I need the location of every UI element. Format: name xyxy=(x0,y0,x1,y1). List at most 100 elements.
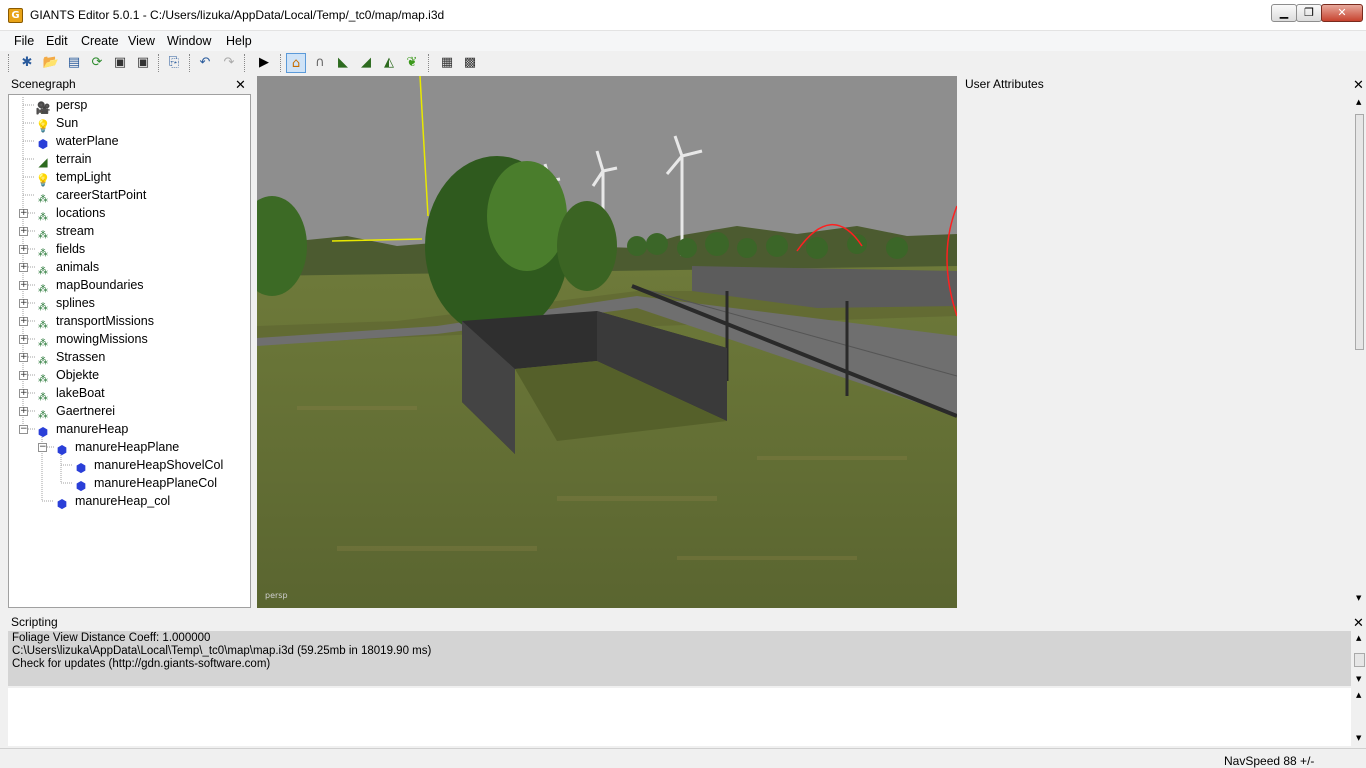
expand-mowingmissions[interactable]: + xyxy=(19,335,28,344)
expand-gaertnerei[interactable]: + xyxy=(19,407,28,416)
tree-item-terrain[interactable]: ◢ terrain xyxy=(35,150,91,169)
user-attributes-header: User Attributes xyxy=(962,76,1352,94)
script-input-scrollbar[interactable]: ▲ ▼ xyxy=(1353,688,1366,746)
tree-item-lakeboat[interactable]: ⁂ lakeBoat xyxy=(35,384,105,403)
tree-item-sun[interactable]: 💡 Sun xyxy=(35,114,79,133)
giants-app-icon[interactable]: G xyxy=(8,8,23,23)
toolbar-separator xyxy=(244,54,245,72)
scroll-down-icon[interactable]: ▼ xyxy=(1356,594,1361,602)
foliage-paint-button[interactable]: ❦ xyxy=(402,53,422,73)
script-input-area[interactable] xyxy=(8,688,1351,746)
tree-item-waterplane[interactable]: ⬢ waterPlane xyxy=(35,132,119,151)
terrain-sculpt-button[interactable]: ◣ xyxy=(333,53,353,73)
scroll-thumb[interactable] xyxy=(1355,114,1364,350)
tree-item-manureheapshovelcol[interactable]: ⬢ manureHeapShovelCol xyxy=(73,456,224,475)
snap-button[interactable]: ∩ xyxy=(310,53,330,73)
terrain-paint-button[interactable]: ◢ xyxy=(356,53,376,73)
tree-item-templight[interactable]: 💡 tempLight xyxy=(35,168,111,187)
minimize-icon: ▁ xyxy=(1279,6,1289,19)
log-line: Foliage View Distance Coeff: 1.000000 xyxy=(12,632,211,644)
expand-strassen[interactable]: + xyxy=(19,353,28,362)
tree-item-stream[interactable]: ⁂ stream xyxy=(35,222,94,241)
menu-create[interactable]: Create xyxy=(81,34,119,48)
close-user-attributes-icon[interactable]: ✕ xyxy=(1353,79,1364,92)
new-scene-button[interactable]: ✱ xyxy=(17,53,37,73)
tree-item-manureheapplanecol[interactable]: ⬢ manureHeapPlaneCol xyxy=(73,474,217,493)
export-button[interactable]: ⎘ xyxy=(164,53,184,73)
select-mode-button[interactable]: ⌂ xyxy=(286,53,306,73)
close-scenegraph-icon[interactable]: ✕ xyxy=(235,79,246,92)
menu-file[interactable]: File xyxy=(14,34,34,48)
user-attributes-scrollbar[interactable]: ▲ ▼ xyxy=(1353,94,1366,608)
scroll-thumb[interactable] xyxy=(1354,653,1365,667)
user-attributes-title: User Attributes xyxy=(965,77,1044,91)
toolbar-separator xyxy=(428,54,429,72)
main-toolbar: ✱ 📂 ▤ ⟳ ▣ ▣ ⎘ ↶ ↷ ▶ ⌂ ∩ ◣ ◢ ◭ ❦ ▦ ▩ xyxy=(0,51,1366,76)
tree-item-animals[interactable]: ⁂ animals xyxy=(35,258,99,277)
open-button[interactable]: 📂 xyxy=(41,53,61,73)
menu-bar: File Edit Create View Window Help xyxy=(0,31,1366,51)
tree-item-locations[interactable]: ⁂ locations xyxy=(35,204,105,223)
tree-item-manureheap-col[interactable]: ⬢ manureHeap_col xyxy=(54,492,170,511)
save-as-button[interactable]: ▣ xyxy=(133,53,153,73)
title-bar: G GIANTS Editor 5.0.1 - C:/Users/lizuka/… xyxy=(0,0,1366,31)
expand-animals[interactable]: + xyxy=(19,263,28,272)
tree-item-splines[interactable]: ⁂ splines xyxy=(35,294,95,313)
tree-item-fields[interactable]: ⁂ fields xyxy=(35,240,85,259)
redo-button[interactable]: ↷ xyxy=(219,53,239,73)
expand-objekte[interactable]: + xyxy=(19,371,28,380)
3d-viewport[interactable]: persp xyxy=(257,76,957,608)
tree-item-gaertnerei[interactable]: ⁂ Gaertnerei xyxy=(35,402,115,421)
save-button[interactable]: ▣ xyxy=(110,53,130,73)
expand-transportmissions[interactable]: + xyxy=(19,317,28,326)
close-scripting-icon[interactable]: ✕ xyxy=(1353,617,1364,630)
menu-view[interactable]: View xyxy=(128,34,155,48)
expand-locations[interactable]: + xyxy=(19,209,28,218)
new-scene-icon: ✱ xyxy=(21,55,33,70)
log-line: C:\Users\lizuka\AppData\Local\Temp\_tc0\… xyxy=(12,645,432,657)
import-button[interactable]: ▤ xyxy=(64,53,84,73)
expand-lakeboat[interactable]: + xyxy=(19,389,28,398)
scripting-log: Foliage View Distance Coeff: 1.000000 C:… xyxy=(8,631,1351,686)
grid-settings-button[interactable]: ▩ xyxy=(460,53,480,73)
terrain-detail-button[interactable]: ◭ xyxy=(379,53,399,73)
tree-item-transportmissions[interactable]: ⁂ transportMissions xyxy=(35,312,154,331)
tree-item-strassen[interactable]: ⁂ Strassen xyxy=(35,348,105,367)
expand-stream[interactable]: + xyxy=(19,227,28,236)
terrain-paint-icon: ◢ xyxy=(361,55,371,70)
tree-item-mapboundaries[interactable]: ⁂ mapBoundaries xyxy=(35,276,144,295)
expand-fields[interactable]: + xyxy=(19,245,28,254)
tree-item-objekte[interactable]: ⁂ Objekte xyxy=(35,366,99,385)
tree-item-careerstartpoint[interactable]: ⁂ careerStartPoint xyxy=(35,186,146,205)
collapse-manureheap[interactable]: − xyxy=(19,425,28,434)
undo-button[interactable]: ↶ xyxy=(195,53,215,73)
toolbar-separator xyxy=(158,54,159,72)
scroll-up-icon[interactable]: ▲ xyxy=(1356,98,1361,106)
reload-button[interactable]: ⟳ xyxy=(87,53,107,73)
log-line: Check for updates (http://gdn.giants-sof… xyxy=(12,658,271,670)
scroll-down-icon[interactable]: ▼ xyxy=(1356,734,1361,742)
close-window-button[interactable]: ✕ xyxy=(1321,4,1363,22)
checker-icon: ▦ xyxy=(440,55,454,70)
grid-toggle-button[interactable]: ▦ xyxy=(437,53,457,73)
scripting-header: Scripting xyxy=(8,614,1351,632)
play-button[interactable]: ▶ xyxy=(254,53,274,73)
tree-item-mowingmissions[interactable]: ⁂ mowingMissions xyxy=(35,330,148,349)
tree-item-manureheapplane[interactable]: ⬢ manureHeapPlane xyxy=(54,438,180,457)
scroll-up-icon[interactable]: ▲ xyxy=(1356,634,1361,642)
tree-item-manureheap[interactable]: ⬢ manureHeap xyxy=(35,420,129,439)
scroll-down-icon[interactable]: ▼ xyxy=(1356,675,1361,683)
collapse-manureheapplane[interactable]: − xyxy=(38,443,47,452)
expand-splines[interactable]: + xyxy=(19,299,28,308)
menu-edit[interactable]: Edit xyxy=(46,34,68,48)
scroll-up-icon[interactable]: ▲ xyxy=(1356,691,1361,699)
maximize-button[interactable]: ❐ xyxy=(1296,4,1322,22)
menu-help[interactable]: Help xyxy=(226,34,252,48)
expand-mapboundaries[interactable]: + xyxy=(19,281,28,290)
scripting-log-scrollbar[interactable]: ▲ ▼ xyxy=(1353,631,1366,686)
toolbar-grip xyxy=(8,54,9,72)
tree-item-persp[interactable]: 🎥 persp xyxy=(35,96,88,115)
minimize-button[interactable]: ▁ xyxy=(1271,4,1297,22)
menu-window[interactable]: Window xyxy=(167,34,211,48)
cube-icon: ⬢ xyxy=(56,497,68,511)
